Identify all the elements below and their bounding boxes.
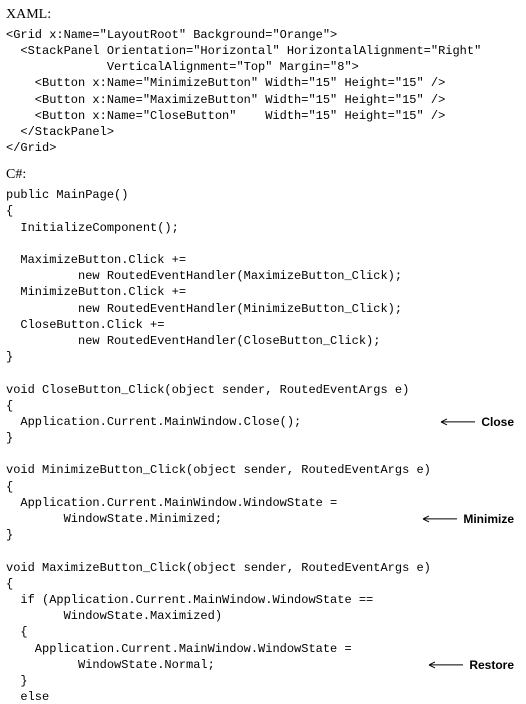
annotation-text: Restore xyxy=(469,657,514,673)
code-line: </Grid> xyxy=(6,140,520,156)
code-line: new RoutedEventHandler(MinimizeButton_Cl… xyxy=(6,301,520,317)
code-line: VerticalAlignment="Top" Margin="8"> xyxy=(6,59,520,75)
code-line: WindowState.Normal;Restore xyxy=(6,657,520,673)
code-line: <Button x:Name="MinimizeButton" Width="1… xyxy=(6,75,520,91)
code-line xyxy=(6,543,520,559)
code-line: void MinimizeButton_Click(object sender,… xyxy=(6,462,520,478)
annotation-text: Close xyxy=(481,414,514,430)
code-line: { xyxy=(6,398,520,414)
annotation-text: Minimize xyxy=(463,511,514,527)
code-line: new RoutedEventHandler(MaximizeButton_Cl… xyxy=(6,268,520,284)
xaml-code-block: <Grid x:Name="LayoutRoot" Background="Or… xyxy=(6,27,520,157)
code-line: } xyxy=(6,349,520,365)
code-line: { xyxy=(6,576,520,592)
code-line: public MainPage() xyxy=(6,187,520,203)
code-line: <StackPanel Orientation="Horizontal" Hor… xyxy=(6,43,520,59)
csharp-code-block: public MainPage(){ InitializeComponent()… xyxy=(6,187,520,704)
code-line: { xyxy=(6,479,520,495)
code-line: MinimizeButton.Click += xyxy=(6,284,520,300)
code-line: <Button x:Name="CloseButton" Width="15" … xyxy=(6,108,520,124)
code-line xyxy=(6,446,520,462)
code-line: } xyxy=(6,430,520,446)
code-line: Application.Current.MainWindow.WindowSta… xyxy=(6,641,520,657)
arrow-left-icon xyxy=(437,418,475,426)
annotation-label: Close xyxy=(437,414,514,430)
code-line: { xyxy=(6,203,520,219)
code-line: if (Application.Current.MainWindow.Windo… xyxy=(6,592,520,608)
code-line: } xyxy=(6,673,520,689)
code-line: CloseButton.Click += xyxy=(6,317,520,333)
code-line: Application.Current.MainWindow.WindowSta… xyxy=(6,495,520,511)
code-line: WindowState.Minimized;Minimize xyxy=(6,511,520,527)
code-listing-page: XAML: <Grid x:Name="LayoutRoot" Backgrou… xyxy=(0,0,526,704)
arrow-left-icon xyxy=(419,515,457,523)
code-line: void CloseButton_Click(object sender, Ro… xyxy=(6,382,520,398)
code-line: WindowState.Maximized) xyxy=(6,608,520,624)
xaml-heading: XAML: xyxy=(6,6,520,25)
code-line: void MaximizeButton_Click(object sender,… xyxy=(6,560,520,576)
arrow-left-icon xyxy=(425,661,463,669)
annotation-label: Restore xyxy=(425,657,514,673)
code-line: { xyxy=(6,624,520,640)
code-line: else xyxy=(6,689,520,704)
code-line: new RoutedEventHandler(CloseButton_Click… xyxy=(6,333,520,349)
code-line: <Button x:Name="MaximizeButton" Width="1… xyxy=(6,92,520,108)
code-line xyxy=(6,365,520,381)
annotation-label: Minimize xyxy=(419,511,514,527)
csharp-heading: C#: xyxy=(6,166,520,185)
code-line: <Grid x:Name="LayoutRoot" Background="Or… xyxy=(6,27,520,43)
code-line: InitializeComponent(); xyxy=(6,220,520,236)
code-line: </StackPanel> xyxy=(6,124,520,140)
code-line: } xyxy=(6,527,520,543)
code-line: MaximizeButton.Click += xyxy=(6,252,520,268)
code-line xyxy=(6,236,520,252)
code-line: Application.Current.MainWindow.Close();C… xyxy=(6,414,520,430)
